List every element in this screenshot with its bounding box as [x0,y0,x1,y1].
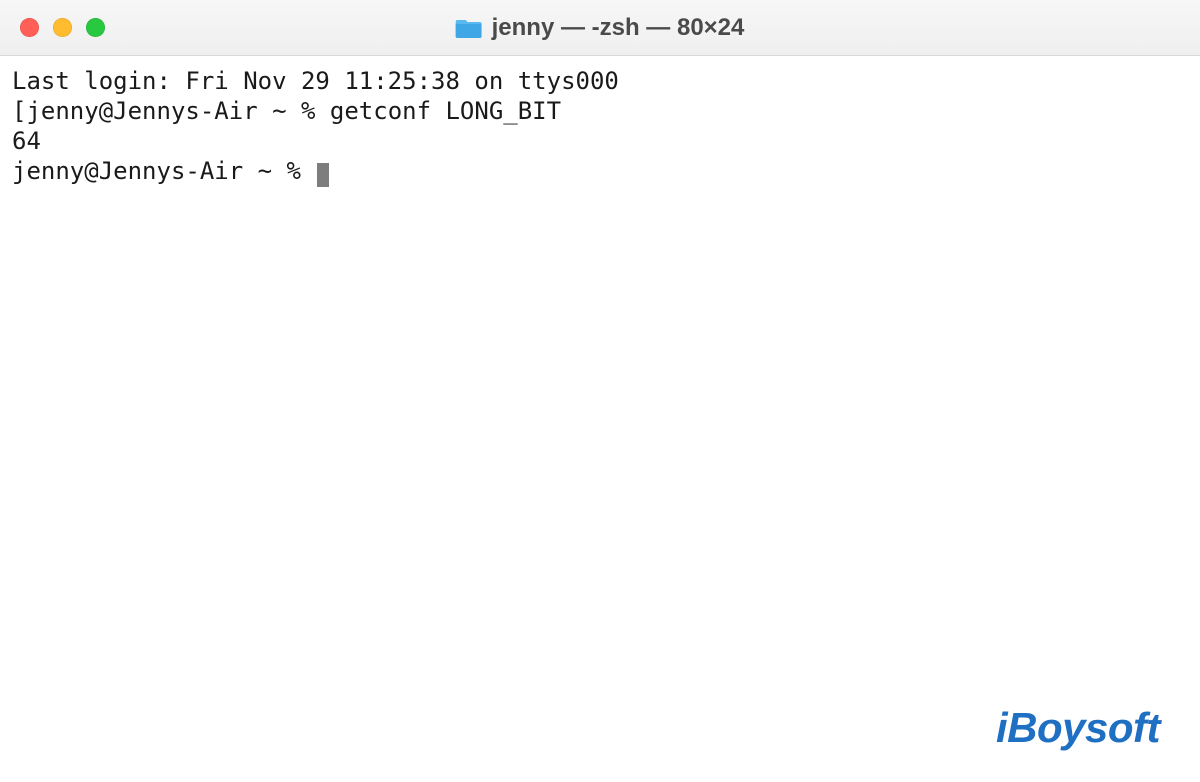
prompt-2: jenny@Jennys-Air ~ % [12,157,315,185]
terminal-window: jenny — -zsh — 80×24 Last login: Fri Nov… [0,0,1200,782]
output-line: 64 [12,126,1188,156]
close-button[interactable] [20,18,39,37]
cursor [317,163,329,187]
command-line-1: [jenny@Jennys-Air ~ % getconf LONG_BIT [12,96,1188,126]
titlebar[interactable]: jenny — -zsh — 80×24 [0,0,1200,56]
terminal-body[interactable]: Last login: Fri Nov 29 11:25:38 on ttys0… [0,56,1200,782]
traffic-lights [20,18,105,37]
window-title-wrap: jenny — -zsh — 80×24 [456,14,745,42]
window-title: jenny — -zsh — 80×24 [492,14,745,42]
minimize-button[interactable] [53,18,72,37]
last-login-line: Last login: Fri Nov 29 11:25:38 on ttys0… [12,66,1188,96]
command-1: getconf LONG_BIT [330,97,561,125]
prompt-1: [jenny@Jennys-Air ~ % [12,97,330,125]
command-line-2: jenny@Jennys-Air ~ % [12,156,1188,186]
folder-icon [456,17,482,39]
watermark-logo: iBoysoft [996,704,1160,752]
maximize-button[interactable] [86,18,105,37]
